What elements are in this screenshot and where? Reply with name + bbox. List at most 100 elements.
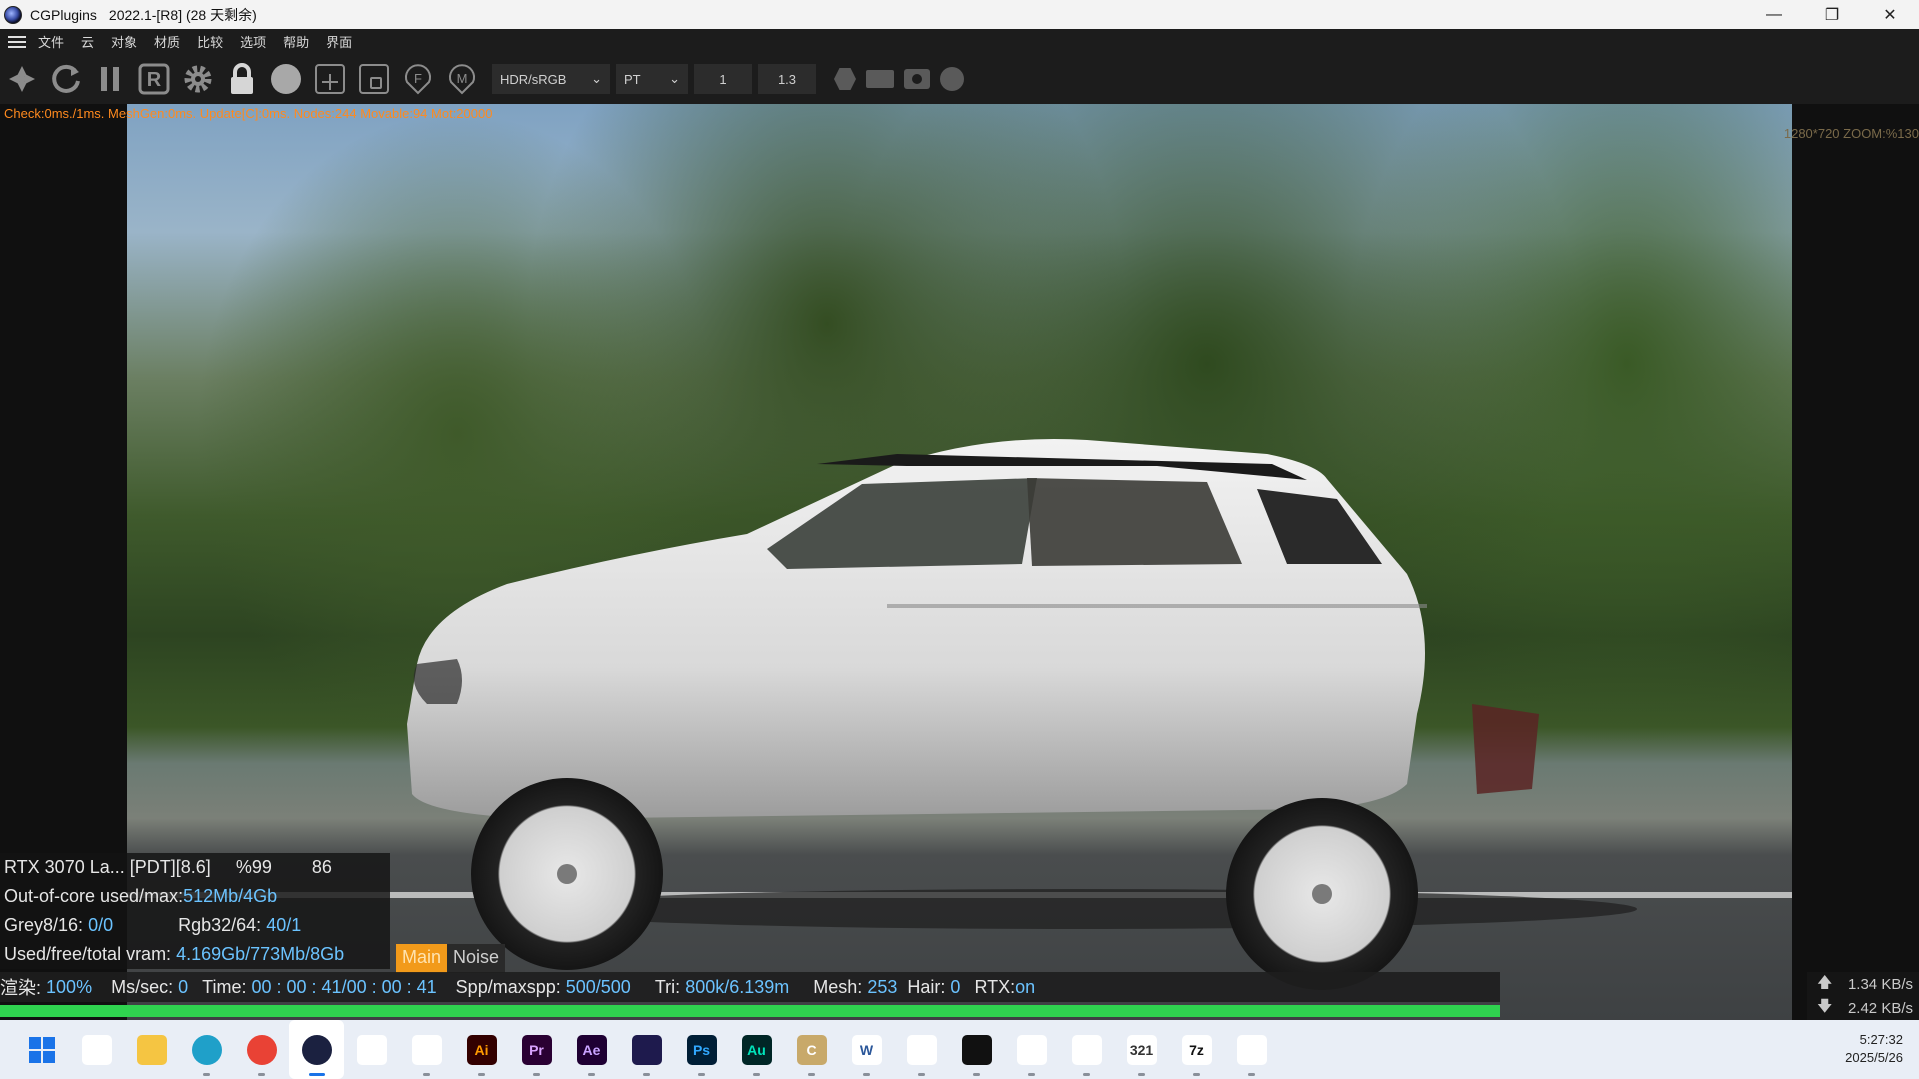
taskbar-item[interactable]: Ai <box>454 1020 509 1079</box>
taskbar-item[interactable] <box>1224 1020 1279 1079</box>
render-progress-bar <box>0 1005 1500 1017</box>
menu-material[interactable]: 材质 <box>154 32 180 51</box>
color-mode-select[interactable]: HDR/sRGB ⌄ <box>492 64 610 94</box>
rectangle-icon[interactable] <box>866 70 894 88</box>
app-version: 2022.1-[R8] (28 天剩余) <box>108 6 257 23</box>
color-mode-value: HDR/sRGB <box>500 71 567 87</box>
running-indicator <box>423 1073 430 1076</box>
upload-arrow-icon: 🡅 <box>1817 973 1833 991</box>
taskbar-item[interactable] <box>69 1020 124 1079</box>
taskbar-item[interactable]: Ps <box>674 1020 729 1079</box>
sphere-icon[interactable] <box>268 61 304 97</box>
running-indicator <box>588 1073 595 1076</box>
taskbar-item[interactable] <box>289 1020 344 1079</box>
f-badge-icon[interactable]: F <box>400 61 436 97</box>
ms-value: 0 <box>178 976 189 997</box>
running-indicator <box>258 1073 265 1076</box>
svg-text:R: R <box>147 69 162 91</box>
system-clock[interactable]: 5:27:32 2025/5/26 <box>1845 1031 1903 1067</box>
running-indicator <box>1193 1073 1200 1076</box>
hair-value: 0 <box>950 976 961 997</box>
gpu-load: %99 <box>235 857 272 877</box>
baidu-cloud-icon <box>1236 1034 1267 1065</box>
vs-icon <box>631 1034 662 1065</box>
hamburger-menu-icon[interactable] <box>8 33 26 51</box>
taskbar-item[interactable] <box>1059 1020 1114 1079</box>
zoom-info: 1280*720 ZOOM:%130 <box>1783 126 1919 141</box>
m-badge-icon[interactable]: M <box>444 61 480 97</box>
taskbar-item[interactable] <box>619 1020 674 1079</box>
taskbar-item[interactable]: 321 <box>1114 1020 1169 1079</box>
crop-icon[interactable] <box>356 61 392 97</box>
menu-options[interactable]: 选项 <box>240 32 266 51</box>
taskbar-item[interactable]: Au <box>729 1020 784 1079</box>
tri-label: Tri: <box>654 976 681 997</box>
grey-value: 0/0 <box>88 915 114 935</box>
gear-icon[interactable] <box>180 61 216 97</box>
render-viewport[interactable]: Check:0ms./1ms. MeshGen:0ms. Update[C]:0… <box>0 104 1919 1020</box>
hexagon-icon[interactable] <box>834 68 856 90</box>
taskbar-item[interactable]: Ae <box>564 1020 619 1079</box>
taskbar-item[interactable] <box>894 1020 949 1079</box>
word-icon: W <box>851 1034 882 1065</box>
taskbar-item[interactable] <box>1004 1020 1059 1079</box>
rtx-label: RTX: <box>974 976 1016 997</box>
taskbar-item-label: Ai <box>474 1041 489 1058</box>
taskbar-item-label: Ae <box>582 1041 601 1058</box>
mesh-label: Mesh: <box>813 976 863 997</box>
running-indicator <box>478 1073 485 1076</box>
render-mode-value: PT <box>624 71 641 87</box>
tab-main[interactable]: Main <box>396 944 448 973</box>
value-field-2[interactable]: 1.3 <box>758 64 816 94</box>
start-icon <box>27 1035 57 1065</box>
running-indicator <box>533 1073 540 1076</box>
aperture-icon[interactable] <box>4 61 40 97</box>
pause-icon[interactable] <box>92 61 128 97</box>
hair-label: Hair: <box>907 976 946 997</box>
taskbar-item[interactable] <box>234 1020 289 1079</box>
taskbar-item[interactable] <box>949 1020 1004 1079</box>
taskbar-item[interactable]: 7z <box>1169 1020 1224 1079</box>
tri-value: 800k/6.139m <box>685 976 790 997</box>
edge-icon <box>191 1034 222 1065</box>
title-bar: CGPlugins 2022.1-[R8] (28 天剩余) — ❐ ✕ <box>0 0 1919 29</box>
r-icon[interactable]: R <box>136 61 172 97</box>
taskbar-item[interactable]: Pr <box>509 1020 564 1079</box>
taskbar-item[interactable]: W <box>839 1020 894 1079</box>
refresh-icon[interactable] <box>48 61 84 97</box>
menu-file[interactable]: 文件 <box>38 32 64 51</box>
render-mode-select[interactable]: PT ⌄ <box>616 64 688 94</box>
camera-icon[interactable] <box>904 69 930 89</box>
minimize-icon[interactable]: — <box>1745 0 1803 29</box>
menu-object[interactable]: 对象 <box>111 32 137 51</box>
taskbar-item[interactable] <box>124 1020 179 1079</box>
circle-icon[interactable] <box>940 67 964 91</box>
taskbar-item[interactable] <box>399 1020 454 1079</box>
menu-cloud[interactable]: 云 <box>81 32 94 51</box>
view-tabs: Main Noise <box>396 944 506 973</box>
value-field-1[interactable]: 1 <box>694 64 752 94</box>
add-box-icon[interactable] <box>312 61 348 97</box>
taskbar-item[interactable] <box>14 1020 69 1079</box>
task-view-icon <box>81 1034 112 1065</box>
running-indicator <box>808 1073 815 1076</box>
close-icon[interactable]: ✕ <box>1861 0 1919 29</box>
ms-label: Ms/sec: <box>111 976 174 997</box>
restore-icon[interactable]: ❐ <box>1803 0 1861 29</box>
tab-noise[interactable]: Noise <box>447 944 506 973</box>
taskbar-item-label: 7z <box>1189 1041 1204 1058</box>
taskbar-item[interactable] <box>344 1020 399 1079</box>
taskbar-item[interactable] <box>179 1020 234 1079</box>
taskbar-item[interactable]: C <box>784 1020 839 1079</box>
lock-icon[interactable] <box>224 61 260 97</box>
taskbar-item-label: Au <box>747 1041 766 1058</box>
download-arrow-icon: 🡇 <box>1817 997 1833 1015</box>
running-indicator <box>643 1073 650 1076</box>
menu-compare[interactable]: 比较 <box>197 32 223 51</box>
app-name: CGPlugins <box>30 6 97 23</box>
render-label: 渲染: <box>0 978 42 998</box>
menu-help[interactable]: 帮助 <box>283 32 309 51</box>
terminal-icon <box>961 1034 992 1065</box>
menu-interface[interactable]: 界面 <box>326 32 352 51</box>
vram-label: Used/free/total vram: <box>4 944 172 964</box>
